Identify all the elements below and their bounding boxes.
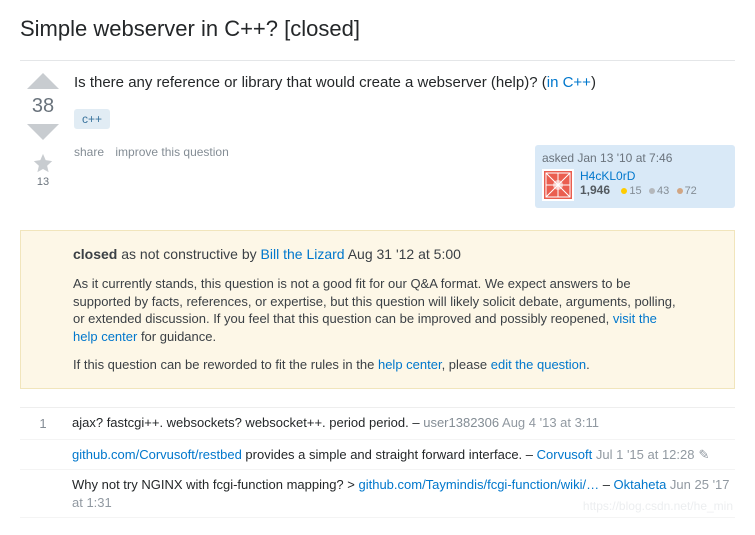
gold-badge-icon: [621, 188, 627, 194]
post-actions: share improve this question: [74, 145, 237, 159]
comment-score: 1: [20, 414, 66, 433]
user-name[interactable]: H4cKL0rD: [580, 169, 697, 183]
improve-link[interactable]: improve this question: [115, 145, 228, 159]
separator: [20, 60, 735, 61]
action-row: share improve this question asked Jan 13…: [74, 145, 735, 208]
bronze-count: 72: [685, 185, 697, 197]
comment-mid: –: [599, 477, 613, 492]
user-rep: 1,946: [580, 183, 610, 197]
comment-date: Jul 1 '15 at 12:28: [592, 447, 694, 462]
question-body: Is there any reference or library that w…: [74, 73, 735, 93]
comments-list: 1 ajax? fastcgi++. websockets? websocket…: [20, 407, 735, 518]
question-body-column: Is there any reference or library that w…: [74, 73, 735, 226]
tag-cpp[interactable]: c++: [74, 109, 110, 129]
comment-date: Aug 4 '13 at 3:11: [499, 415, 599, 430]
body-link[interactable]: in C++: [547, 74, 591, 91]
comment-body: Why not try NGINX with fcgi-function map…: [66, 476, 735, 511]
silver-count: 43: [657, 185, 669, 197]
avatar[interactable]: [542, 169, 574, 201]
comment-text: Why not try NGINX with fcgi-function map…: [72, 477, 358, 492]
gold-count: 15: [629, 185, 641, 197]
closed-notice: closed as not constructive by Bill the L…: [20, 230, 735, 389]
vote-score: 38: [32, 95, 54, 118]
pencil-icon[interactable]: ✎: [699, 447, 710, 462]
closed-time: Aug 31 '12 at 5:00: [345, 246, 461, 262]
user-card: asked Jan 13 '10 at 7:46 H4cKL0rD 1,946 …: [535, 145, 735, 208]
comment-text: provides a simple and straight forward i…: [242, 447, 537, 462]
question-post: 38 13 Is there any reference or library …: [20, 73, 735, 226]
comment-score: [20, 446, 66, 464]
closed-mid: as not constructive by: [117, 246, 260, 262]
upvote-icon[interactable]: [27, 73, 59, 89]
comment-score: [20, 476, 66, 511]
para2-post: .: [586, 357, 590, 372]
comment-link[interactable]: github.com/Taymindis/fcgi-function/wiki/…: [358, 477, 599, 492]
comment-body: github.com/Corvusoft/restbed provides a …: [66, 446, 735, 464]
downvote-icon[interactable]: [27, 124, 59, 140]
para1-pre: As it currently stands, this question is…: [73, 276, 676, 327]
comment-link[interactable]: github.com/Corvusoft/restbed: [72, 447, 242, 462]
comment-user: user1382306: [423, 415, 499, 430]
question-title: Simple webserver in C++? [closed]: [20, 16, 735, 42]
closed-header: closed as not constructive by Bill the L…: [73, 245, 682, 264]
edit-question-link[interactable]: edit the question: [491, 357, 586, 372]
comment-row: github.com/Corvusoft/restbed provides a …: [20, 440, 735, 471]
body-text-post: ): [591, 74, 596, 91]
comment-user[interactable]: Corvusoft: [537, 447, 593, 462]
para2-mid: , please: [442, 357, 491, 372]
silver-badge-icon: [649, 188, 655, 194]
asked-time: asked Jan 13 '10 at 7:46: [542, 151, 728, 165]
vote-column: 38 13: [20, 73, 66, 226]
notice-para1: As it currently stands, this question is…: [73, 275, 682, 347]
para1-post: for guidance.: [137, 329, 216, 344]
para2-pre: If this question can be reworded to fit …: [73, 357, 378, 372]
help-center-link-2[interactable]: help center: [378, 357, 442, 372]
avatar-image: [542, 169, 574, 201]
comment-row: Why not try NGINX with fcgi-function map…: [20, 470, 735, 518]
notice-para2: If this question can be reworded to fit …: [73, 356, 682, 374]
favorite-count: 13: [37, 176, 49, 188]
closed-label: closed: [73, 246, 117, 262]
comment-row: 1 ajax? fastcgi++. websockets? websocket…: [20, 408, 735, 440]
favorite-star-icon[interactable]: [32, 152, 54, 174]
share-link[interactable]: share: [74, 145, 104, 159]
comment-body: ajax? fastcgi++. websockets? websocket++…: [66, 414, 735, 433]
closer-user[interactable]: Bill the Lizard: [261, 246, 345, 262]
body-text: Is there any reference or library that w…: [74, 74, 547, 91]
comment-text: ajax? fastcgi++. websockets? websocket++…: [72, 415, 423, 430]
bronze-badge-icon: [677, 188, 683, 194]
comment-user[interactable]: Oktaheta: [614, 477, 667, 492]
